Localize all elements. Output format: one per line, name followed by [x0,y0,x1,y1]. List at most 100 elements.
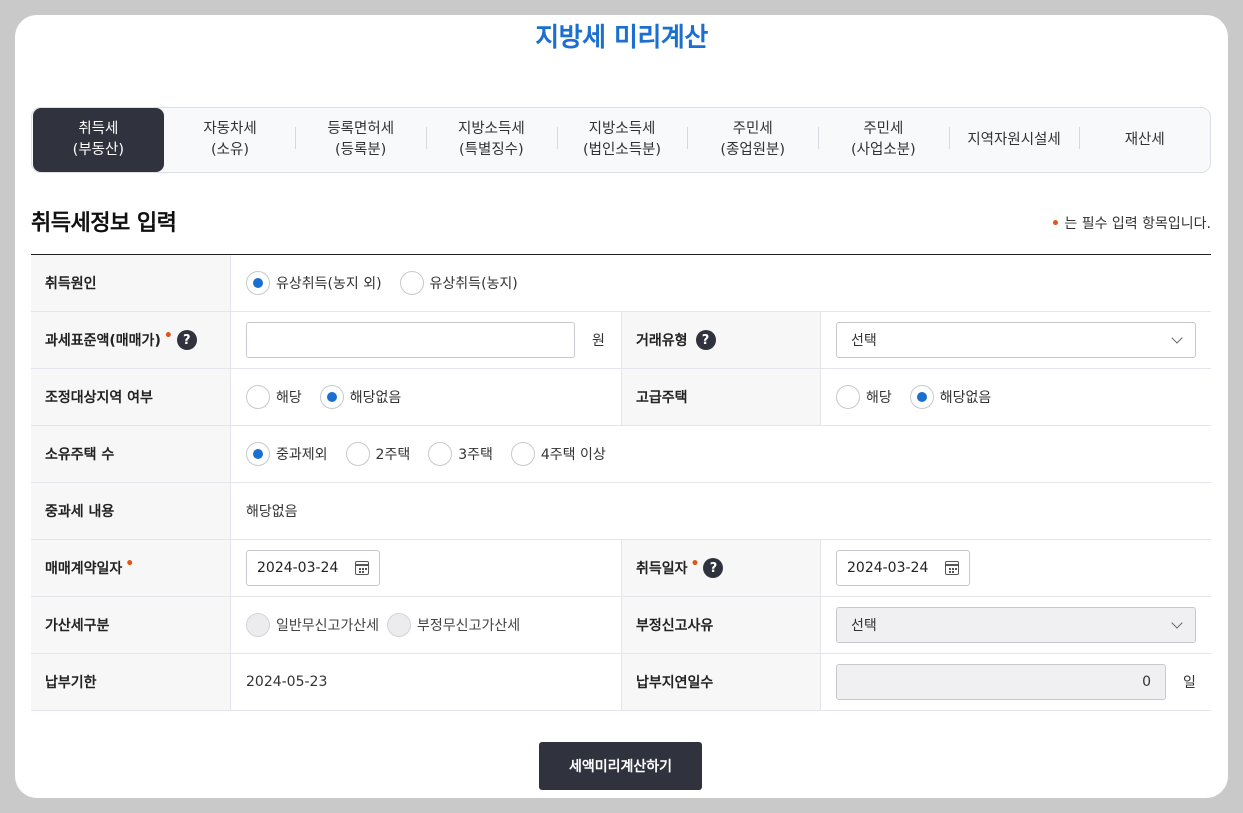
unit-label: 일 [1183,675,1196,691]
radio-paid-farmland[interactable]: 유상취득(농지) [399,271,518,295]
fraud-reason-select[interactable]: 선택 [836,607,1196,643]
tab-resident-employee[interactable]: 주민세 (종업원분) [687,108,818,172]
radio-label: 유상취득(농지 외) [276,276,382,292]
tab-label: 지역자원시설세 [967,131,1061,148]
tab-sublabel: (법인소득분) [583,142,662,158]
radio-circle [319,385,344,409]
calendar-icon[interactable] [355,561,369,575]
trade-type-label: 거래유형? [621,312,821,368]
calculate-button[interactable]: 세액미리계산하기 [539,742,702,790]
radio-circle [246,442,270,466]
tab-sublabel: (부동산) [72,142,124,158]
tab-label: 재산세 [1124,131,1165,148]
radio-penalty-fraud[interactable]: 부정무신고가산세 [387,613,520,637]
label-text: 취득일자 [636,561,688,577]
radio-circle [836,385,860,409]
form-row: 소유주택 수 중과제외 2주택 3주택 4주택 이상 [31,426,1211,483]
radio-house-3[interactable]: 3주택 [428,442,493,466]
form-row: 과세표준액(매매가) •? 원 거래유형? 선택 [31,312,1211,369]
tab-registration-tax[interactable]: 등록면허세 (등록분) [295,108,426,172]
required-note: • 는 필수 입력 항목입니다. [1051,213,1211,233]
fraud-reason-cell: 선택 [821,597,1211,653]
required-dot: • [163,328,173,344]
tab-label: 주민세 [732,121,773,137]
house-count-options: 중과제외 2주택 3주택 4주택 이상 [231,426,1211,482]
required-dot: • [1050,216,1060,232]
acq-date-input[interactable]: 2024-03-24 [836,550,970,586]
radio-label: 4주택 이상 [540,447,606,463]
radio-label: 중과제외 [276,447,328,463]
adjust-area-options: 해당 해당없음 [231,369,621,425]
tab-label: 자동차세 [203,121,257,137]
page-title: 지방세 미리계산 [535,23,708,53]
tax-base-cell: 원 [231,312,621,368]
fraud-reason-label: 부정신고사유 [621,597,821,653]
radio-adjust-no[interactable]: 해당없음 [319,385,401,409]
required-note-text: 는 필수 입력 항목입니다. [1064,216,1211,232]
tab-local-income-corporate[interactable]: 지방소득세 (법인소득분) [556,108,688,172]
help-icon[interactable]: ? [176,330,197,350]
luxury-house-options: 해당 해당없음 [821,369,1211,425]
tab-label: 등록면허세 [327,121,395,137]
radio-circle [387,613,412,637]
required-dot: • [125,556,135,572]
radio-house-4plus[interactable]: 4주택 이상 [510,442,606,466]
radio-paid-non-farmland[interactable]: 유상취득(농지 외) [246,271,382,295]
tax-base-label: 과세표준액(매매가) •? [31,312,231,368]
tab-acquisition-tax[interactable]: 취득세 (부동산) [33,108,164,172]
tab-property-tax[interactable]: 재산세 [1079,108,1210,172]
calendar-icon[interactable] [945,561,959,575]
form-row: 조정대상지역 여부 해당 해당없음 고급주택 해당 해당없음 [31,369,1211,426]
tab-sublabel: (종업원분) [720,142,786,158]
help-icon[interactable]: ? [703,558,724,578]
radio-penalty-general[interactable]: 일반무신고가산세 [246,613,379,637]
delay-days-cell: 0 일 [821,654,1211,710]
luxury-house-label: 고급주택 [621,369,821,425]
radio-circle [909,385,934,409]
contract-date-label: 매매계약일자 • [31,540,231,596]
tab-local-income-withholding[interactable]: 지방소득세 (특별징수) [426,108,557,172]
delay-days-label: 납부지연일수 [621,654,821,710]
form-row: 가산세구분 일반무신고가산세 부정무신고가산세 부정신고사유 선택 [31,597,1211,654]
trade-type-select[interactable]: 선택 [836,322,1196,358]
radio-circle [246,613,270,637]
radio-circle [345,442,370,466]
label-text: 매매계약일자 [45,561,123,577]
tab-regional-resource[interactable]: 지역자원시설세 [948,108,1080,172]
acquisition-form: 취득원인 유상취득(농지 외) 유상취득(농지) 과세표준액(매매가) •? 원 … [31,254,1211,711]
tab-label: 취득세 [78,121,119,137]
select-value: 선택 [851,333,877,349]
acq-date-cell: 2024-03-24 [821,540,1211,596]
help-icon[interactable]: ? [695,330,716,350]
tab-sublabel: (소유) [211,142,249,158]
radio-label: 해당 [276,390,302,406]
radio-house-exempt[interactable]: 중과제외 [246,442,328,466]
radio-house-2[interactable]: 2주택 [345,442,410,466]
label-text: 거래유형 [636,333,688,349]
main-card: 지방세 미리계산 취득세 (부동산) 자동차세 (소유) 등록면허세 (등록분) 지방… [15,15,1228,798]
tax-base-input[interactable] [246,322,575,358]
radio-label: 3주택 [458,447,493,463]
date-value: 2024-03-24 [257,560,339,576]
chevron-down-icon [1171,332,1183,344]
radio-label: 해당 [866,390,892,406]
tab-sublabel: (등록분) [335,142,387,158]
radio-circle [399,271,424,295]
radio-luxury-no[interactable]: 해당없음 [909,385,992,409]
delay-days-input[interactable]: 0 [836,664,1166,700]
radio-luxury-yes[interactable]: 해당 [836,385,892,409]
section-title: 취득세정보 입력 [31,211,177,236]
due-date-value: 2024-05-23 [246,674,328,690]
contract-date-input[interactable]: 2024-03-24 [246,550,380,586]
radio-adjust-yes[interactable]: 해당 [246,385,302,409]
acq-cause-label: 취득원인 [31,255,231,311]
acq-date-label: 취득일자 •? [621,540,821,596]
radio-circle [510,442,535,466]
tab-sublabel: (사업소분) [851,142,916,158]
tab-vehicle-tax[interactable]: 자동차세 (소유) [165,108,296,172]
radio-label: 유상취득(농지) [429,276,518,292]
tax-tabs: 취득세 (부동산) 자동차세 (소유) 등록면허세 (등록분) 지방소득세 (특별징수)… [31,107,1211,173]
radio-label: 해당없음 [939,390,992,406]
tab-resident-business[interactable]: 주민세 (사업소분) [818,108,949,172]
unit-label: 원 [592,333,605,349]
